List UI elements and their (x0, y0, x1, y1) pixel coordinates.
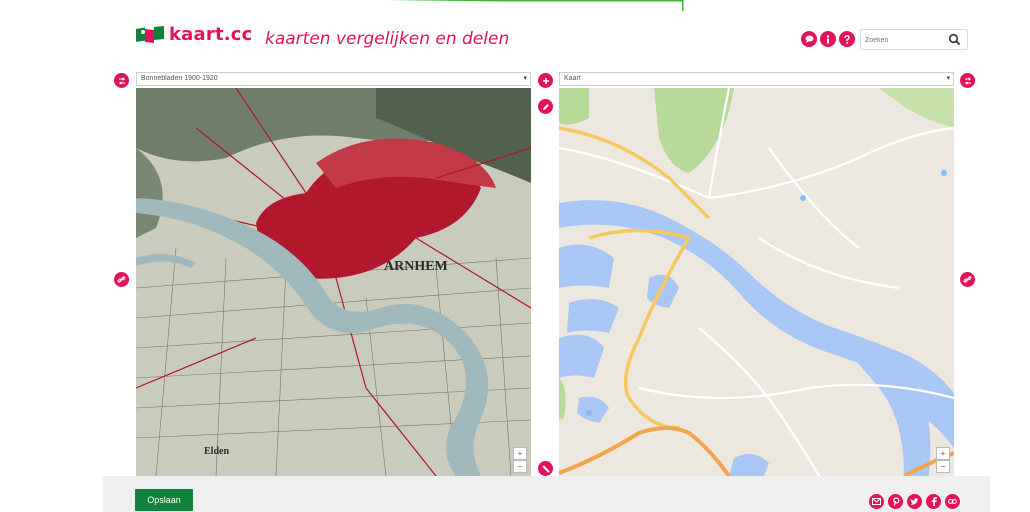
link-icon (117, 276, 126, 283)
modern-map-image (559, 88, 954, 476)
search-box (860, 29, 968, 50)
save-button[interactable]: Opslaan (135, 489, 193, 511)
header: kaart.cc kaarten vergelijken en delen (0, 10, 1030, 60)
modern-map[interactable]: + − (559, 88, 954, 476)
link-icon (963, 276, 972, 283)
logo-text: kaart.cc (169, 24, 253, 45)
measure-button[interactable] (538, 461, 553, 476)
tagline: kaarten vergelijken en delen (265, 29, 510, 49)
email-icon[interactable] (869, 494, 884, 509)
chat-icon[interactable] (801, 31, 817, 47)
chevron-down-icon: ▾ (946, 75, 950, 82)
swap-right-button[interactable] (960, 73, 975, 88)
logo-maps-icon (136, 25, 164, 43)
historic-place-label: Elden (204, 446, 229, 457)
edit-button[interactable] (538, 99, 553, 114)
pencil-icon (542, 103, 549, 110)
footer-bar (103, 476, 990, 512)
zoom-out-button[interactable]: − (936, 460, 950, 473)
swap-left-button[interactable] (114, 73, 129, 88)
chevron-down-icon: ▾ (523, 75, 527, 82)
info-icon[interactable] (820, 31, 836, 47)
add-map-button[interactable] (538, 73, 553, 88)
search-input[interactable] (863, 31, 947, 50)
share-icon-group (869, 494, 960, 509)
pinterest-icon[interactable] (888, 494, 903, 509)
search-icon[interactable] (948, 33, 961, 46)
header-icon-group (801, 31, 855, 47)
ruler-icon (541, 464, 550, 473)
swap-icon (118, 76, 125, 85)
zoom-in-button[interactable]: + (513, 447, 527, 460)
historic-map-image: ARNHEM Elden (136, 88, 531, 476)
historic-map-label: ARNHEM (384, 259, 448, 274)
zoom-out-button[interactable]: − (513, 460, 527, 473)
help-icon[interactable] (839, 31, 855, 47)
right-map-select[interactable]: Kaart ▾ (559, 72, 954, 86)
zoom-in-button[interactable]: + (936, 447, 950, 460)
link-icon[interactable] (945, 494, 960, 509)
page: kaart.cc kaarten vergelijken en delen Zo… (0, 0, 1030, 512)
facebook-icon[interactable] (926, 494, 941, 509)
left-map-select-value: Bonnebladen 1900-1920 (141, 75, 218, 82)
historic-map[interactable]: ARNHEM Elden + − (136, 88, 531, 476)
left-map-select[interactable]: Bonnebladen 1900-1920 ▾ (136, 72, 531, 86)
plus-icon (542, 77, 549, 84)
link-right-button[interactable] (960, 272, 975, 287)
swap-icon (964, 76, 971, 85)
twitter-icon[interactable] (907, 494, 922, 509)
link-left-button[interactable] (114, 272, 129, 287)
logo[interactable]: kaart.cc (135, 24, 253, 45)
right-map-select-value: Kaart (564, 75, 581, 82)
